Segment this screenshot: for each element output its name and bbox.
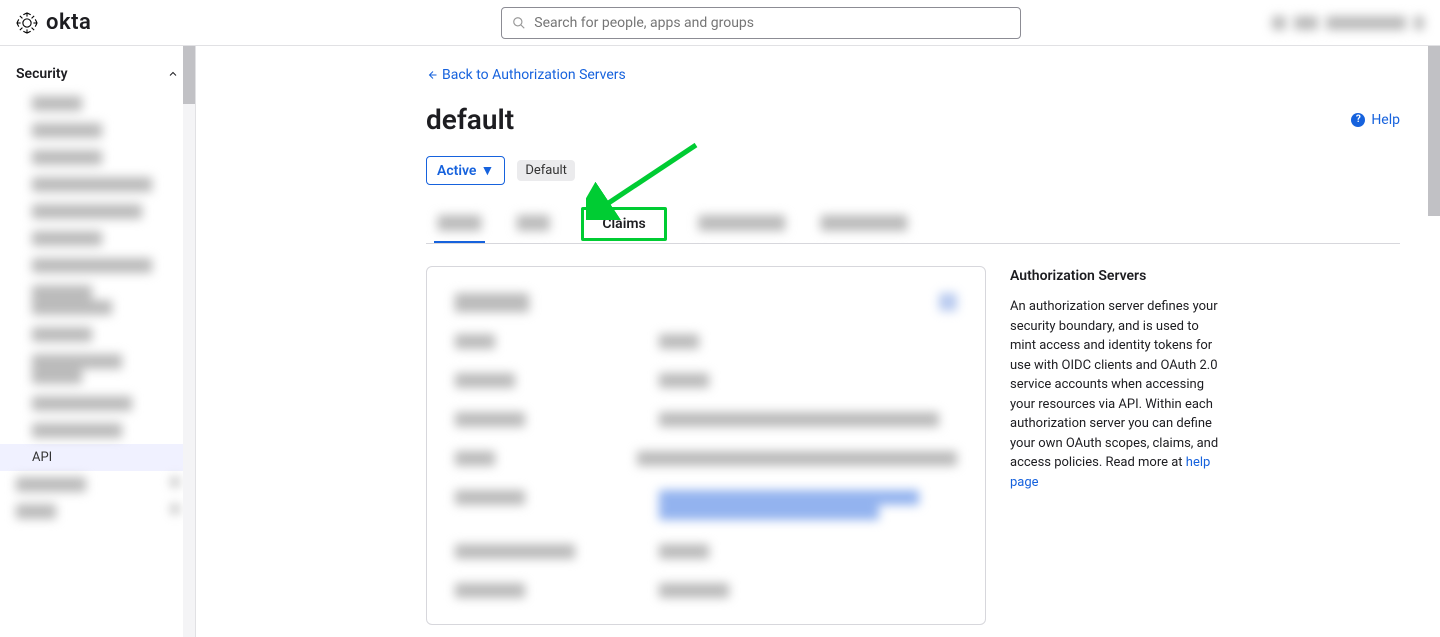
card-title: ▇▇▇▇▇▇: [455, 293, 529, 312]
edit-icon[interactable]: [939, 293, 957, 311]
sidebar-item[interactable]: ▇▇▇▇▇▇: [0, 321, 195, 348]
card-row: ▇▇▇▇▇▇▇▇▇▇▇: [455, 373, 957, 388]
user-blurred-2: [1294, 16, 1318, 30]
chevron-up-icon: [167, 68, 179, 80]
info-heading: Authorization Servers: [1010, 266, 1220, 287]
page-title: default: [426, 103, 514, 136]
sidebar-item[interactable]: ▇▇▇▇▇▇▇▇▇▇: [0, 390, 195, 417]
caret-down-icon: ▼: [480, 162, 494, 179]
sidebar-item[interactable]: ▇▇▇▇▇▇▇▇▇▇▇▇: [0, 252, 195, 279]
brand-name: okta: [46, 10, 91, 35]
sidebar-item[interactable]: ▇▇▇▇▇▇▇▇▇ ▇▇▇▇▇: [0, 348, 195, 390]
sidebar-item[interactable]: ▇▇▇▇▇▇▇: [0, 117, 195, 144]
tabs: ▇▇▇▇ ▇▇▇ Claims ▇▇▇▇▇▇▇▇ ▇▇▇▇▇▇▇▇: [426, 205, 1400, 244]
tab-claims[interactable]: Claims: [581, 207, 666, 241]
global-search[interactable]: [501, 7, 1021, 39]
settings-card: ▇▇▇▇▇▇ ▇▇▇▇▇▇▇▇ ▇▇▇▇▇▇▇▇▇▇▇ ▇▇▇▇▇▇▇▇▇▇▇▇…: [426, 266, 986, 625]
top-bar: okta: [0, 0, 1440, 46]
sidebar-item-label: API: [32, 450, 52, 465]
info-body: An authorization server defines your sec…: [1010, 297, 1220, 492]
status-dropdown[interactable]: Active ▼: [426, 156, 505, 185]
sidebar-scrollbar[interactable]: [183, 46, 195, 637]
card-row: ▇▇▇▇▇▇▇▇▇▇▇▇▇▇▇▇▇▇▇▇▇▇▇▇▇▇▇▇▇▇▇▇▇ ▇▇▇▇▇▇…: [455, 490, 957, 520]
sidebar-item[interactable]: ▇▇▇▇▇▇▇: [0, 225, 195, 252]
tab-claims-label: Claims: [602, 216, 645, 232]
sidebar-item[interactable]: ▇▇▇▇▇: [0, 90, 195, 117]
card-row: ▇▇▇▇▇▇▇▇▇▇▇▇▇▇: [455, 583, 957, 598]
sidebar: Security ▇▇▇▇▇ ▇▇▇▇▇▇▇ ▇▇▇▇▇▇▇ ▇▇▇▇▇▇▇▇▇…: [0, 46, 196, 637]
sidebar-item[interactable]: ▇▇▇▇▇▇ ▇▇▇▇▇▇▇▇: [0, 279, 195, 321]
okta-logo-icon: [16, 12, 38, 34]
search-icon: [512, 16, 526, 30]
tab-blurred-4[interactable]: ▇▇▇▇▇▇▇▇: [817, 205, 911, 243]
sidebar-section-label: Security: [16, 66, 68, 82]
sidebar-item[interactable]: ▇▇▇▇▇▇▇: [0, 471, 195, 498]
arrow-left-icon: [426, 69, 438, 81]
sidebar-item[interactable]: ▇▇▇▇▇▇▇: [0, 144, 195, 171]
user-blurred-4: [1414, 16, 1424, 30]
tab-blurred-1[interactable]: ▇▇▇▇: [434, 205, 485, 243]
search-input[interactable]: [534, 15, 1010, 31]
card-row: ▇▇▇▇▇▇▇▇: [455, 334, 957, 349]
user-menu[interactable]: [1272, 16, 1424, 30]
main-area: Back to Authorization Servers default ? …: [196, 46, 1440, 637]
sidebar-item[interactable]: ▇▇▇▇▇▇▇▇▇▇▇▇: [0, 171, 195, 198]
card-row: ▇▇▇▇▇▇▇▇▇▇▇▇▇▇▇▇▇▇▇▇▇▇▇▇▇▇▇▇▇▇▇▇▇▇▇▇: [455, 451, 957, 466]
help-label: Help: [1371, 112, 1400, 128]
help-link[interactable]: ? Help: [1351, 112, 1400, 128]
info-panel: Authorization Servers An authorization s…: [1010, 266, 1220, 492]
sidebar-section-security[interactable]: Security: [0, 58, 195, 90]
sidebar-item[interactable]: ▇▇▇▇▇▇▇▇▇▇▇: [0, 198, 195, 225]
back-link-label: Back to Authorization Servers: [442, 67, 626, 83]
card-row: ▇▇▇▇▇▇▇▇▇▇▇▇▇▇▇▇▇: [455, 544, 957, 559]
user-blurred-1: [1272, 16, 1286, 30]
sidebar-item[interactable]: ▇▇▇▇▇▇▇▇▇: [0, 417, 195, 444]
default-badge: Default: [517, 160, 575, 181]
user-blurred-3: [1326, 16, 1406, 30]
sidebar-item[interactable]: ▇▇▇▇: [0, 498, 195, 525]
status-label: Active: [437, 163, 476, 179]
okta-logo[interactable]: okta: [16, 10, 91, 35]
sidebar-item-api[interactable]: API: [0, 444, 195, 471]
card-row: ▇▇▇▇▇▇▇▇▇▇▇▇▇▇▇▇▇▇▇▇▇▇▇▇▇▇▇▇▇▇▇▇▇▇▇: [455, 412, 957, 427]
tab-blurred-2[interactable]: ▇▇▇: [513, 205, 553, 243]
back-link[interactable]: Back to Authorization Servers: [426, 67, 626, 83]
tab-blurred-3[interactable]: ▇▇▇▇▇▇▇▇: [695, 205, 789, 243]
help-icon: ?: [1351, 113, 1365, 127]
main-scrollbar[interactable]: [1428, 46, 1440, 637]
